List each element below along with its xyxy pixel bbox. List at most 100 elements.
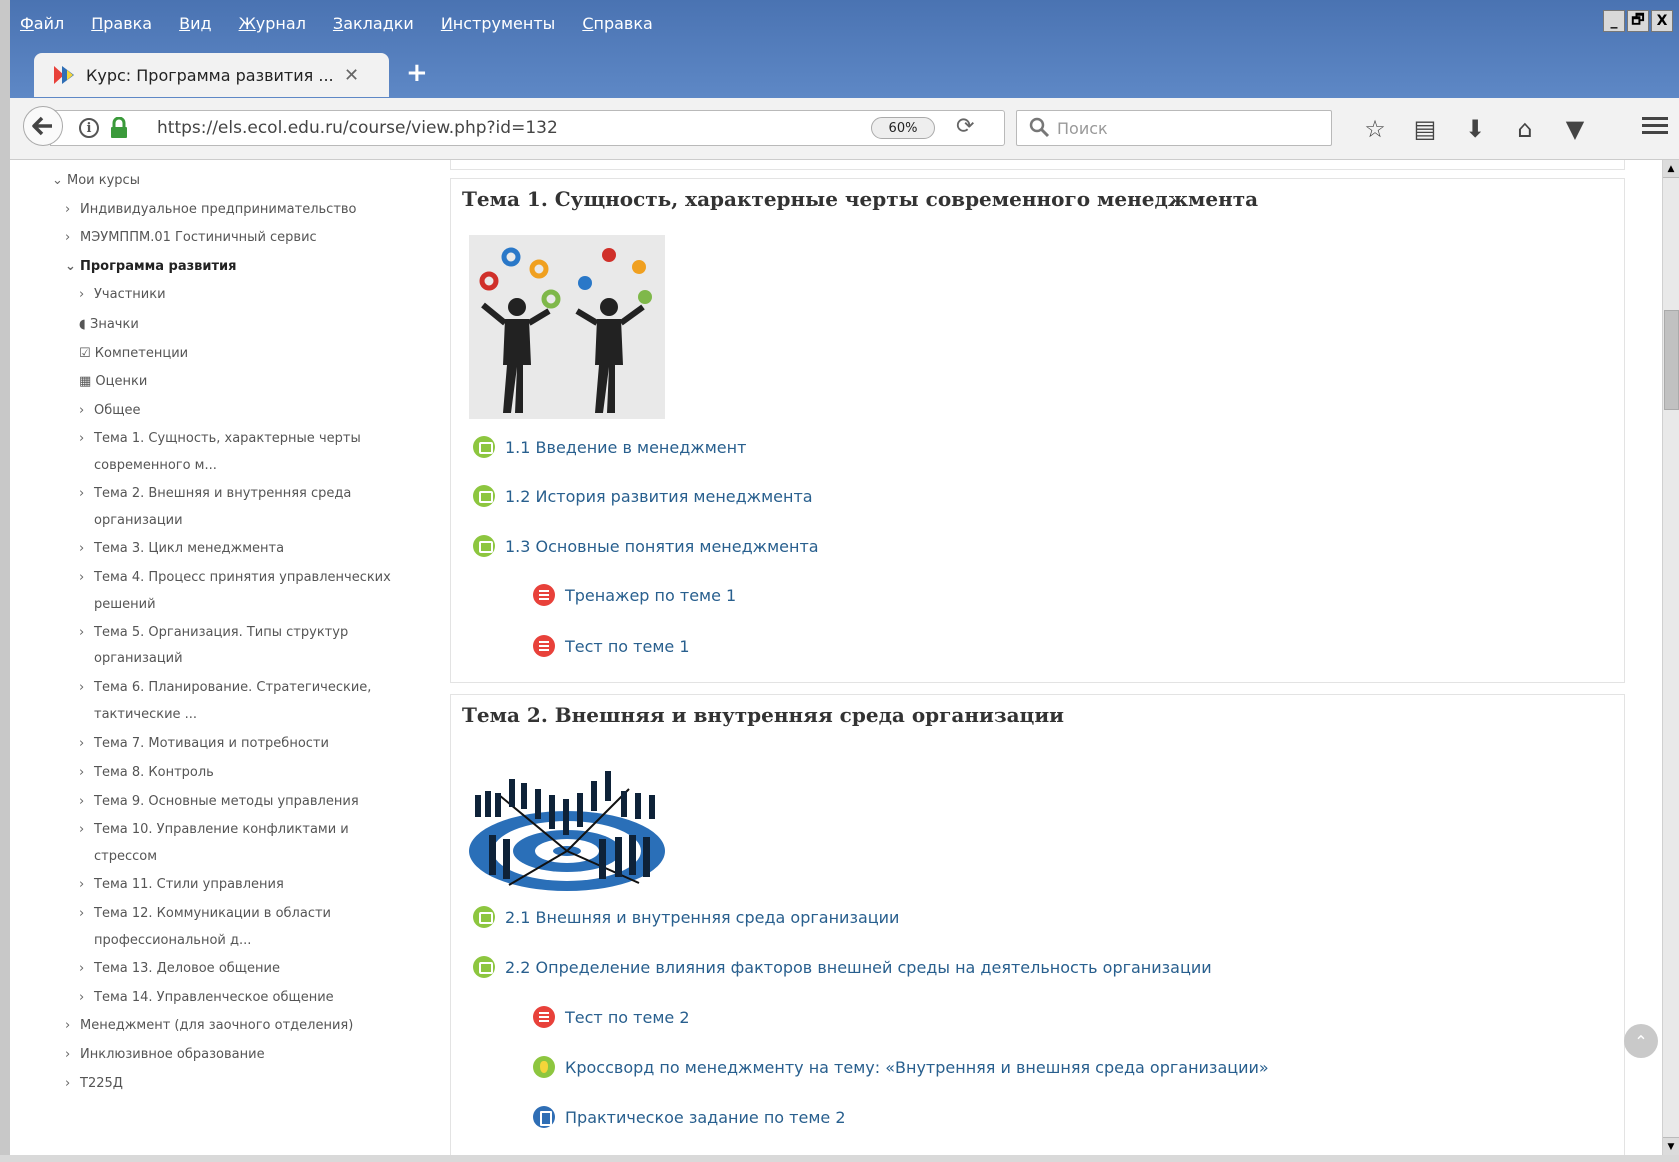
minimize-button[interactable]: _ xyxy=(1603,10,1625,32)
nav-topic-8[interactable]: › Тема 8. Контроль xyxy=(79,764,214,782)
nav-general[interactable]: › Общее xyxy=(79,402,141,420)
chevron-right-icon: › xyxy=(79,625,85,640)
nav-course-entrepreneurship[interactable]: › Индивидуальное предпринимательство xyxy=(65,201,357,219)
nav-topic-2-cont[interactable]: организации xyxy=(94,512,183,530)
chevron-right-icon: › xyxy=(79,570,85,585)
nav-topic-9[interactable]: › Тема 9. Основные методы управления xyxy=(79,793,359,811)
restore-button[interactable]: 🗗 xyxy=(1627,10,1649,32)
chevron-right-icon: › xyxy=(79,794,85,809)
lesson-icon xyxy=(473,906,495,928)
activity-1-1-link[interactable]: 1.1 Введение в менеджмент xyxy=(473,436,746,458)
jugglers-image xyxy=(469,235,665,419)
menu-view[interactable]: Вид xyxy=(179,14,211,33)
nav-topic-5[interactable]: › Тема 5. Организация. Типы структур xyxy=(79,624,348,642)
activity-1-2-link[interactable]: 1.2 История развития менеджмента xyxy=(473,485,813,507)
tab-close-icon[interactable]: ✕ xyxy=(344,65,359,86)
downloads-icon[interactable]: ⬇ xyxy=(1450,112,1500,146)
nav-topic-5-cont[interactable]: организаций xyxy=(94,650,183,668)
nav-badges[interactable]: ◖ Значки xyxy=(79,316,139,334)
nav-my-courses[interactable]: ⌄ Мои курсы xyxy=(52,172,140,190)
nav-topic-14[interactable]: › Тема 14. Управленческое общение xyxy=(79,989,334,1007)
nav-course-inclusive[interactable]: › Инклюзивное образование xyxy=(65,1046,265,1064)
nav-topic-6[interactable]: › Тема 6. Планирование. Стратегические, xyxy=(79,679,371,697)
lock-icon xyxy=(109,116,129,139)
section-topic-2: Тема 2. Внешняя и внутренняя среда орган… xyxy=(450,694,1625,1155)
crossword-link[interactable]: Кроссворд по менеджменту на тему: «Внутр… xyxy=(533,1056,1269,1078)
practical-task-topic-2-link[interactable]: Практическое задание по теме 2 xyxy=(533,1106,846,1128)
scroll-up-arrow-icon[interactable]: ▲ xyxy=(1663,160,1679,178)
nav-topic-1-cont[interactable]: современного м... xyxy=(94,457,217,475)
menu-help[interactable]: Справка xyxy=(582,14,653,33)
vertical-scrollbar[interactable]: ▲ ▼ xyxy=(1662,160,1679,1155)
reading-list-icon[interactable]: ▤ xyxy=(1400,112,1450,146)
menu-history[interactable]: Журнал xyxy=(239,14,306,33)
chevron-right-icon: › xyxy=(79,736,85,751)
lesson-icon xyxy=(473,436,495,458)
nav-topic-12-cont[interactable]: профессиональной д... xyxy=(94,932,251,950)
pocket-icon[interactable]: ▼ xyxy=(1550,112,1600,146)
nav-course-development-program[interactable]: ⌄ Программа развития xyxy=(65,258,237,276)
new-tab-button[interactable]: + xyxy=(406,58,428,88)
menu-file[interactable]: Файл xyxy=(20,14,64,33)
nav-topic-4[interactable]: › Тема 4. Процесс принятия управленческих xyxy=(79,569,391,587)
menu-edit[interactable]: Правка xyxy=(91,14,152,33)
nav-topic-10-cont[interactable]: стрессом xyxy=(94,848,157,866)
nav-course-t225d[interactable]: › Т225Д xyxy=(65,1075,123,1093)
url-bar[interactable]: i https://els.ecol.edu.ru/course/view.ph… xyxy=(50,110,1005,146)
tab-title: Курс: Программа развития ... xyxy=(86,65,334,85)
hamburger-menu-icon[interactable] xyxy=(1642,114,1668,138)
nav-competencies[interactable]: ☑ Компетенции xyxy=(79,345,188,363)
scroll-thumb[interactable] xyxy=(1664,310,1679,410)
nav-topic-12[interactable]: › Тема 12. Коммуникации в области xyxy=(79,905,331,923)
site-favicon-icon xyxy=(54,64,78,86)
nav-topic-2[interactable]: › Тема 2. Внешняя и внутренняя среда xyxy=(79,485,351,503)
back-button[interactable] xyxy=(23,106,63,146)
chevron-right-icon: › xyxy=(79,765,85,780)
course-navigation: ⌄ Мои курсы › Индивидуальное предпринимате… xyxy=(10,160,440,1155)
chevron-right-icon: › xyxy=(65,1076,71,1091)
reload-icon[interactable]: ⟳ xyxy=(956,114,974,139)
info-icon[interactable]: i xyxy=(79,118,99,138)
url-text: https://els.ecol.edu.ru/course/view.php?… xyxy=(157,118,558,138)
lesson-icon xyxy=(473,956,495,978)
back-arrow-icon xyxy=(32,116,52,136)
search-input[interactable]: Поиск xyxy=(1016,110,1332,146)
nav-topic-6-cont[interactable]: тактические ... xyxy=(94,706,197,724)
test-topic-2-link[interactable]: Тест по теме 2 xyxy=(533,1006,690,1028)
home-icon[interactable]: ⌂ xyxy=(1500,112,1550,146)
nav-topic-7[interactable]: › Тема 7. Мотивация и потребности xyxy=(79,735,329,753)
test-topic-1-link[interactable]: Тест по теме 1 xyxy=(533,635,690,657)
activity-1-3-link[interactable]: 1.3 Основные понятия менеджмента xyxy=(473,535,819,557)
menu-bookmarks[interactable]: Закладки xyxy=(333,14,414,33)
nav-grades[interactable]: ▦ Оценки xyxy=(79,373,147,391)
navigation-toolbar: i https://els.ecol.edu.ru/course/view.ph… xyxy=(10,98,1679,160)
tab-course[interactable]: Курс: Программа развития ... ✕ xyxy=(34,53,389,97)
chevron-up-icon: ⌃ xyxy=(1634,1031,1648,1051)
chevron-right-icon: › xyxy=(79,287,85,302)
back-to-top-button[interactable]: ⌃ xyxy=(1624,1024,1658,1058)
chevron-right-icon: › xyxy=(79,680,85,695)
menu-tools[interactable]: Инструменты xyxy=(441,14,556,33)
nav-topic-4-cont[interactable]: решений xyxy=(94,596,156,614)
activity-2-2-link[interactable]: 2.2 Определение влияния факторов внешней… xyxy=(473,956,1212,978)
trainer-topic-1-link[interactable]: Тренажер по теме 1 xyxy=(533,584,736,606)
nav-topic-13[interactable]: › Тема 13. Деловое общение xyxy=(79,960,280,978)
scroll-down-arrow-icon[interactable]: ▼ xyxy=(1663,1137,1679,1155)
nav-course-hotel-service[interactable]: › МЭУМППМ.01 Гостиничный сервис xyxy=(65,229,317,247)
zoom-indicator[interactable]: 60% xyxy=(871,117,935,139)
tab-strip: Курс: Программа развития ... ✕ + xyxy=(10,48,1679,98)
nav-participants[interactable]: › Участники xyxy=(79,286,166,304)
chevron-down-icon: ⌄ xyxy=(65,259,76,274)
section-topic-1: Тема 1. Сущность, характерные черты совр… xyxy=(450,178,1625,683)
nav-topic-1[interactable]: › Тема 1. Сущность, характерные черты xyxy=(79,430,361,448)
search-icon xyxy=(1029,117,1051,139)
nav-topic-10[interactable]: › Тема 10. Управление конфликтами и xyxy=(79,821,349,839)
close-window-button[interactable]: X xyxy=(1651,10,1673,32)
activity-2-1-link[interactable]: 2.1 Внешняя и внутренняя среда организац… xyxy=(473,906,899,928)
bookmark-star-icon[interactable]: ☆ xyxy=(1350,112,1400,146)
nav-topic-11[interactable]: › Тема 11. Стили управления xyxy=(79,876,284,894)
chevron-right-icon: › xyxy=(79,486,85,501)
nav-course-management-distance[interactable]: › Менеджмент (для заочного отделения) xyxy=(65,1017,353,1035)
checkbox-icon: ☑ xyxy=(79,346,95,361)
nav-topic-3[interactable]: › Тема 3. Цикл менеджмента xyxy=(79,540,284,558)
